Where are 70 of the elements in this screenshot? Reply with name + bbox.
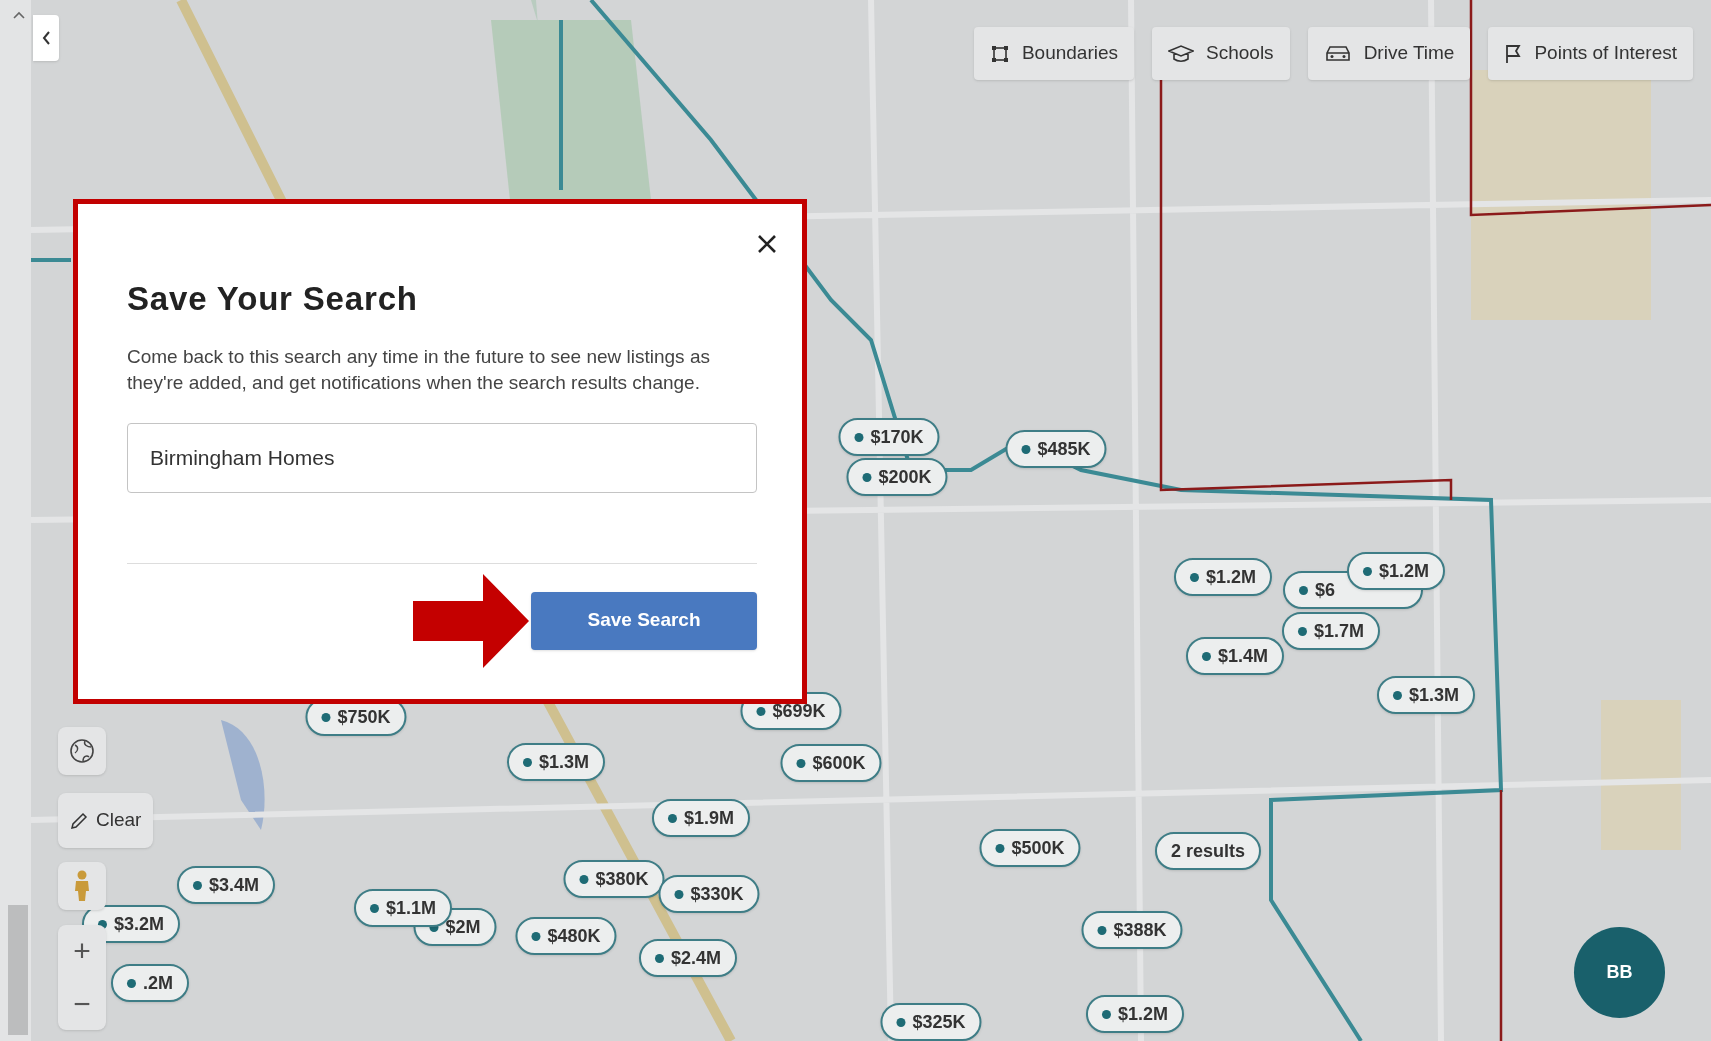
- price-marker[interactable]: $200K: [846, 458, 948, 496]
- price-label: $388K: [1113, 918, 1167, 942]
- price-marker[interactable]: $1.2M: [1347, 552, 1445, 590]
- price-label: $500K: [1011, 836, 1065, 860]
- price-marker[interactable]: $3.4M: [177, 866, 275, 904]
- price-label: $1.2M: [1206, 565, 1256, 589]
- price-marker[interactable]: $600K: [780, 744, 882, 782]
- person-icon: [73, 870, 91, 902]
- arrow-icon: [413, 573, 531, 668]
- price-label: $1.3M: [539, 750, 589, 774]
- collapse-button[interactable]: [33, 15, 59, 61]
- price-marker[interactable]: $330K: [658, 875, 760, 913]
- price-label: $485K: [1037, 437, 1091, 461]
- price-marker[interactable]: $500K: [979, 829, 1081, 867]
- price-label: $3.2M: [114, 912, 164, 936]
- price-label: $480K: [547, 924, 601, 948]
- price-label: $1.2M: [1118, 1002, 1168, 1026]
- flag-icon: [1504, 43, 1523, 64]
- map-layer-button[interactable]: Drive Time: [1307, 27, 1471, 80]
- price-label: $1.7M: [1314, 619, 1364, 643]
- price-marker[interactable]: $380K: [563, 860, 665, 898]
- dialog-title: Save Your Search: [127, 279, 419, 319]
- price-marker[interactable]: $1.2M: [1086, 995, 1184, 1033]
- search-name-field[interactable]: Birmingham Homes: [127, 422, 757, 493]
- price-marker[interactable]: $1.2M: [1174, 558, 1272, 596]
- pencil-icon: [70, 811, 88, 830]
- price-marker[interactable]: $2.4M: [639, 939, 737, 977]
- price-label: $6: [1315, 578, 1336, 602]
- price-label: $1.3M: [1409, 683, 1459, 707]
- save-search-button[interactable]: Save Search: [531, 591, 757, 650]
- clear-button[interactable]: Clear: [58, 793, 154, 848]
- price-marker[interactable]: $325K: [880, 1003, 982, 1041]
- close-icon: [757, 234, 777, 254]
- price-marker[interactable]: $1.9M: [652, 799, 750, 837]
- scrollbar-thumb[interactable]: [8, 905, 28, 1035]
- graduation-cap-icon: [1168, 44, 1194, 63]
- zoom-out-button[interactable]: −: [62, 981, 102, 1026]
- price-label: $330K: [690, 882, 744, 906]
- price-label: $699K: [772, 699, 826, 723]
- price-marker[interactable]: $170K: [838, 418, 940, 456]
- dialog-description: Come back to this search any time in the future to see new listings as they're added, and get notifications when the search results change.: [127, 344, 711, 395]
- price-label: .2M: [143, 971, 173, 995]
- map-layer-button[interactable]: Points of Interest: [1488, 27, 1693, 80]
- price-label: $3.4M: [209, 873, 259, 897]
- price-marker[interactable]: $1.4M: [1186, 637, 1284, 675]
- globe-button[interactable]: [58, 727, 106, 775]
- car-icon: [1323, 43, 1352, 64]
- globe-icon: [69, 738, 95, 764]
- price-label: $2.4M: [671, 946, 721, 970]
- results-label: 2 results: [1171, 839, 1245, 863]
- price-label: $600K: [812, 751, 866, 775]
- map-layer-button[interactable]: Schools: [1152, 27, 1290, 80]
- price-marker[interactable]: $1.3M: [507, 743, 605, 781]
- price-label: $1.4M: [1218, 644, 1268, 668]
- price-label: $170K: [870, 425, 924, 449]
- price-label: $380K: [595, 867, 649, 891]
- price-label: $325K: [912, 1010, 966, 1034]
- price-marker[interactable]: $388K: [1081, 911, 1183, 949]
- price-marker[interactable]: $480K: [515, 917, 617, 955]
- price-label: $1.9M: [684, 806, 734, 830]
- price-marker[interactable]: 2 results: [1155, 832, 1261, 870]
- chevron-up-icon[interactable]: [13, 11, 25, 19]
- map-layer-button[interactable]: Boundaries: [973, 27, 1134, 80]
- chevron-left-icon: [41, 31, 51, 45]
- price-label: $750K: [337, 705, 391, 729]
- price-marker[interactable]: $1.7M: [1282, 612, 1380, 650]
- boundary-icon: [989, 43, 1010, 64]
- price-label: $200K: [878, 465, 932, 489]
- price-marker[interactable]: $1.3M: [1377, 676, 1475, 714]
- price-marker[interactable]: $485K: [1005, 430, 1107, 468]
